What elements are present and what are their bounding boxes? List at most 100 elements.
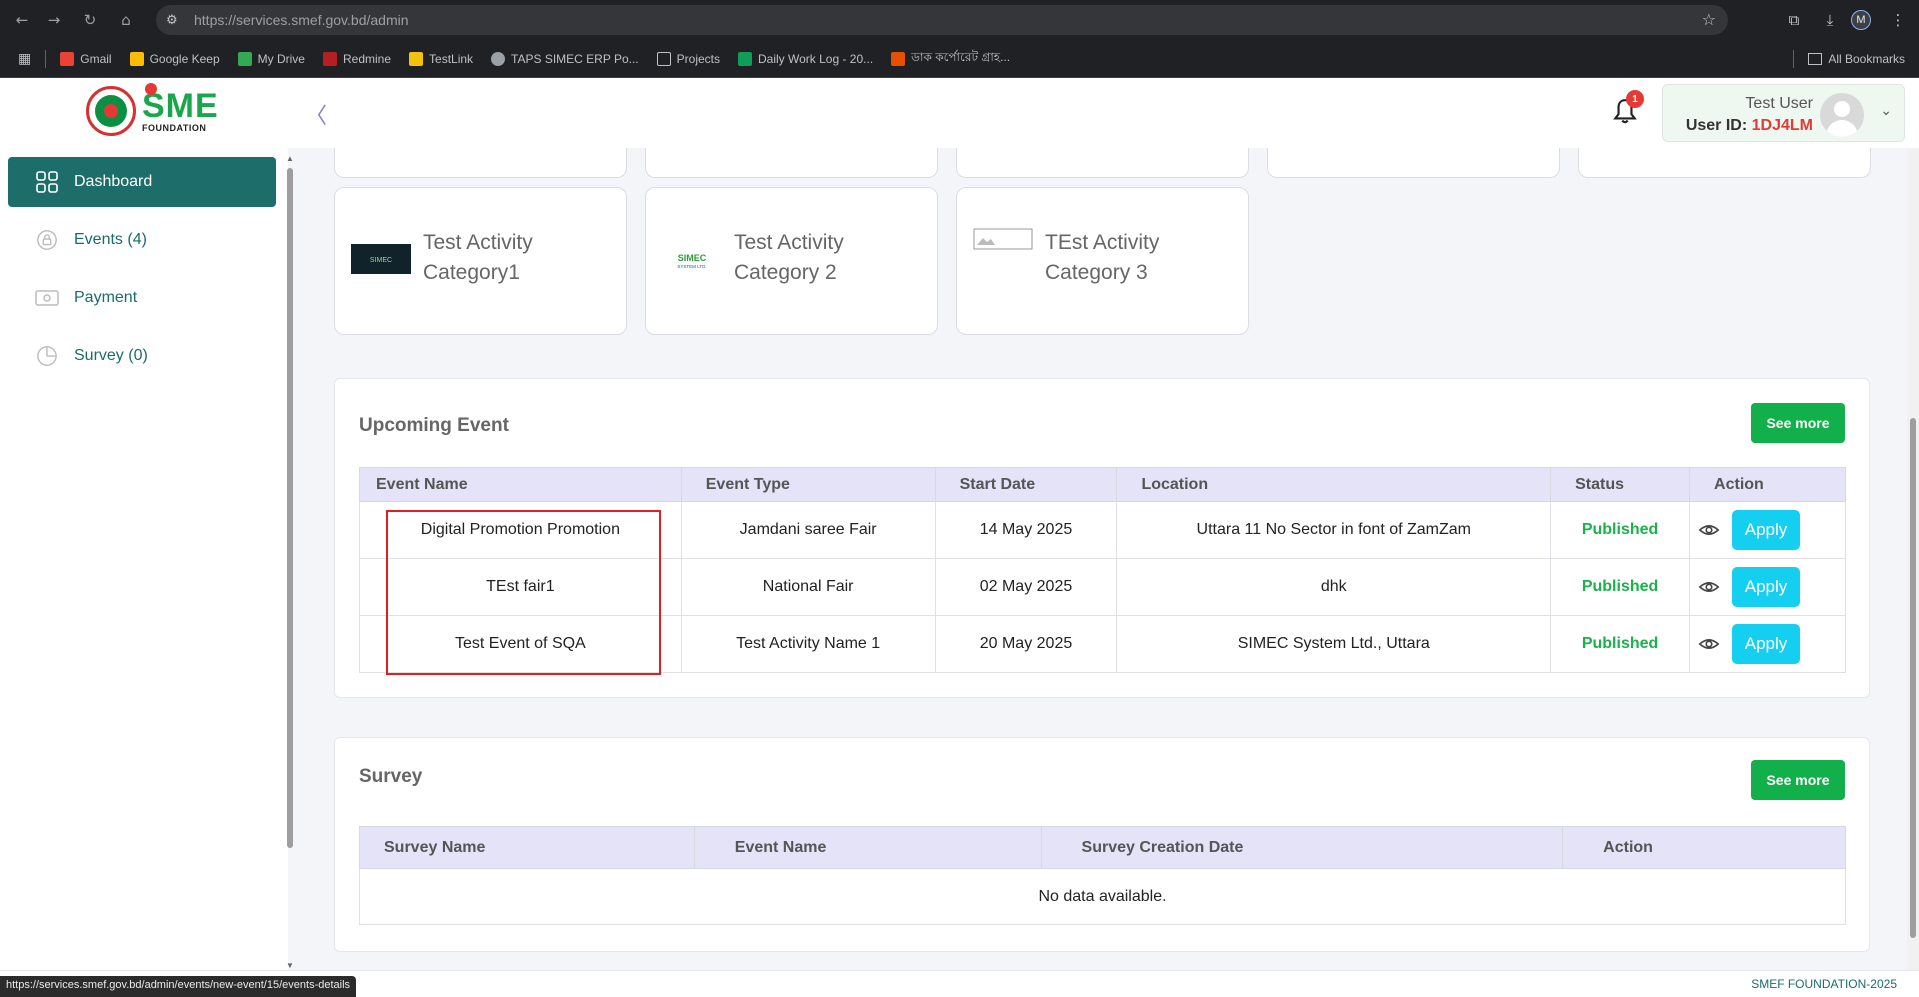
home-icon[interactable]: ⌂ <box>112 6 140 34</box>
bookmark-gmail[interactable]: Gmail <box>60 51 112 66</box>
bookmarks-bar: ▦ Gmail Google Keep My Drive Redmine Tes… <box>0 40 1919 78</box>
address-bar[interactable]: ⚙ https://services.smef.gov.bd/admin ☆ <box>156 5 1728 35</box>
notification-bell-icon[interactable]: 1 <box>1612 90 1644 128</box>
menu-kebab-icon[interactable]: ⋮ <box>1883 5 1913 35</box>
table-row: TEst fair1 National Fair 02 May 2025 dhk… <box>359 558 1846 616</box>
user-menu[interactable]: Test User User ID: 1DJ4LM ⌄ <box>1662 84 1905 142</box>
sidebar-item-label: Payment <box>74 289 138 306</box>
action-cell: Apply <box>1689 615 1846 673</box>
category-card[interactable] <box>1267 148 1560 178</box>
panel-title: Survey <box>359 766 423 787</box>
action-cell: Apply <box>1689 501 1846 559</box>
folder-icon <box>656 51 671 66</box>
bookmark-dak[interactable]: ডাক কর্পোরেট গ্রাহ... <box>891 49 1010 69</box>
eye-icon[interactable] <box>1698 633 1720 655</box>
category-card[interactable]: TEst Activity Category 3 <box>956 187 1249 335</box>
category-card[interactable]: SIMEC SYSTEM LTD. Test Activity Category… <box>645 187 938 335</box>
apply-button[interactable]: Apply <box>1732 624 1801 664</box>
payment-icon <box>34 285 60 311</box>
smef-logo[interactable]: SME FOUNDATION <box>86 83 219 136</box>
scroll-up-icon[interactable]: ▲ <box>286 154 294 163</box>
apply-button[interactable]: Apply <box>1732 510 1801 550</box>
action-cell: Apply <box>1689 558 1846 616</box>
page-scrollbar[interactable] <box>1907 148 1919 970</box>
pie-icon <box>34 343 60 369</box>
location: dhk <box>1116 558 1552 616</box>
category-card[interactable] <box>956 148 1249 178</box>
sidebar-scrollbar[interactable]: ▲ ▼ <box>285 154 295 970</box>
event-type: National Fair <box>680 558 936 616</box>
bookmark-star-icon[interactable]: ☆ <box>1702 10 1716 29</box>
event-type: Jamdani saree Fair <box>680 501 936 559</box>
sidebar-item-events[interactable]: Events (4) <box>8 215 276 265</box>
bookmark-projects[interactable]: Projects <box>656 51 720 66</box>
category-card[interactable] <box>1578 148 1871 178</box>
app-header: SME FOUNDATION 〈 1 Test User User ID: 1D… <box>0 78 1919 148</box>
forward-icon[interactable]: → <box>40 6 68 34</box>
grid-icon <box>34 169 60 195</box>
table-row: Test Event of SQA Test Activity Name 1 2… <box>359 615 1846 673</box>
bookmark-keep[interactable]: Google Keep <box>129 51 220 66</box>
bookmark-testlink[interactable]: TestLink <box>409 51 473 66</box>
column-header: Event Name <box>359 467 682 502</box>
bookmark-redmine[interactable]: Redmine <box>322 51 391 66</box>
reload-icon[interactable]: ↻ <box>76 6 104 34</box>
sidebar-item-dashboard[interactable]: Dashboard <box>8 157 276 207</box>
eye-icon[interactable] <box>1698 519 1720 541</box>
category-card[interactable] <box>645 148 938 178</box>
user-name: Test User <box>1745 95 1813 112</box>
gmail-icon <box>60 51 75 66</box>
main-content: SIMEC Test Activity Category1 SIMEC SYST… <box>296 148 1906 970</box>
eye-icon[interactable] <box>1698 576 1720 598</box>
status-badge: Published <box>1550 501 1691 559</box>
sidebar-item-survey[interactable]: Survey (0) <box>8 331 276 381</box>
lock-icon <box>34 227 60 253</box>
panel-title: Upcoming Event <box>359 415 509 436</box>
bookmark-drive[interactable]: My Drive <box>237 51 305 66</box>
survey-table: Survey Name Event Name Survey Creation D… <box>359 826 1846 925</box>
site-info-icon[interactable]: ⚙ <box>166 13 186 28</box>
status-badge: Published <box>1550 615 1691 673</box>
sheets-icon <box>738 51 752 66</box>
avatar <box>1820 93 1864 137</box>
category-card[interactable]: SIMEC Test Activity Category1 <box>334 187 627 335</box>
upcoming-event-table: Event Name Event Type Start Date Locatio… <box>359 467 1846 673</box>
profile-avatar[interactable]: M <box>1851 10 1871 30</box>
category-name: TEst Activity Category 3 <box>1045 231 1160 284</box>
apply-button[interactable]: Apply <box>1732 567 1801 607</box>
all-bookmarks[interactable]: All Bookmarks <box>1793 50 1905 68</box>
testlink-icon <box>409 51 424 66</box>
event-name: Test Event of SQA <box>359 615 682 673</box>
notification-badge: 1 <box>1626 90 1644 108</box>
sidebar-item-label: Dashboard <box>74 173 153 190</box>
event-name: TEst fair1 <box>359 558 682 616</box>
browser-toolbar: ← → ↻ ⌂ ⚙ https://services.smef.gov.bd/a… <box>0 0 1919 40</box>
location: Uttara 11 No Sector in font of ZamZam <box>1116 501 1552 559</box>
svg-text:SYSTEM LTD.: SYSTEM LTD. <box>677 264 706 269</box>
see-more-button[interactable]: See more <box>1751 403 1845 443</box>
scroll-down-icon[interactable]: ▼ <box>286 961 294 970</box>
government-emblem-icon <box>86 86 136 136</box>
category-thumbnail: SIMEC SYSTEM LTD. <box>662 244 722 274</box>
category-name: Test Activity Category1 <box>423 231 533 284</box>
event-name: Digital Promotion Promotion <box>359 501 682 559</box>
back-icon[interactable]: ← <box>8 6 36 34</box>
see-more-button[interactable]: See more <box>1751 760 1845 800</box>
column-header: Event Type <box>680 467 936 502</box>
sidebar-collapse-icon[interactable]: 〈 <box>305 98 327 130</box>
bookmark-worklog[interactable]: Daily Work Log - 20... <box>738 51 873 66</box>
category-card[interactable] <box>334 148 627 178</box>
event-type: Test Activity Name 1 <box>680 615 936 673</box>
start-date: 20 May 2025 <box>934 615 1118 673</box>
location: SIMEC System Ltd., Uttara <box>1116 615 1552 673</box>
bookmark-taps[interactable]: TAPS SIMEC ERP Po... <box>491 51 639 66</box>
chevron-down-icon[interactable]: ⌄ <box>1880 103 1892 119</box>
redmine-icon <box>322 51 337 66</box>
sidebar: Dashboard Events (4) Payment Survey (0) <box>0 148 288 970</box>
column-header: Start Date <box>934 467 1118 502</box>
apps-grid-icon[interactable]: ▦ <box>18 51 31 67</box>
extensions-icon[interactable]: ⧉ <box>1779 5 1809 35</box>
download-icon[interactable]: ⤓ <box>1815 5 1845 35</box>
start-date: 02 May 2025 <box>934 558 1118 616</box>
sidebar-item-payment[interactable]: Payment <box>8 273 276 323</box>
